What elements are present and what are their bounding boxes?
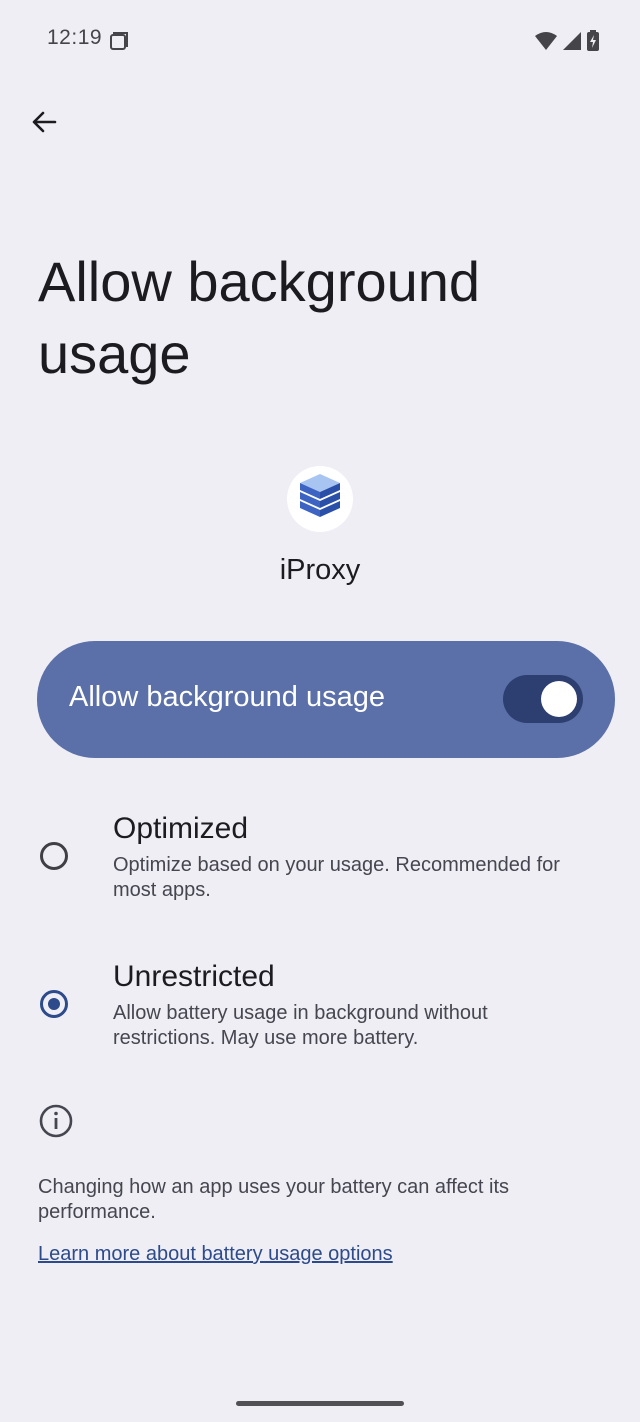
background-usage-switch[interactable]	[503, 675, 583, 723]
option-title: Unrestricted	[113, 960, 275, 993]
option-description: Allow battery usage in background withou…	[113, 1002, 488, 1049]
radio-optimized[interactable]	[40, 842, 68, 870]
battery-info-text: Changing how an app uses your battery ca…	[38, 1176, 510, 1223]
option-unrestricted[interactable]: Unrestricted Allow battery usage in back…	[0, 958, 640, 1078]
app-name: iProxy	[279, 554, 361, 586]
app-icon	[287, 466, 353, 532]
cellular-icon	[562, 31, 582, 56]
server-stack-icon	[297, 472, 343, 527]
radio-unrestricted[interactable]	[40, 990, 68, 1018]
allow-background-usage-toggle-row[interactable]: Allow background usage	[37, 641, 615, 758]
option-optimized[interactable]: Optimized Optimize based on your usage. …	[0, 810, 640, 930]
option-description: Optimize based on your usage. Recommende…	[113, 854, 560, 901]
status-time: 12:19	[47, 26, 103, 49]
info-icon	[38, 1103, 74, 1144]
gesture-nav-handle[interactable]	[236, 1401, 404, 1406]
wifi-icon	[534, 31, 558, 56]
screenshot-icon	[108, 30, 130, 57]
back-button[interactable]	[22, 102, 66, 146]
battery-charging-icon	[586, 30, 600, 57]
learn-more-link[interactable]: Learn more about battery usage options	[38, 1243, 393, 1266]
arrow-back-icon	[30, 108, 58, 141]
page-title: Allow background usage	[38, 250, 481, 385]
toggle-label: Allow background usage	[69, 681, 385, 713]
switch-thumb	[541, 681, 577, 717]
option-title: Optimized	[113, 812, 249, 845]
status-icons	[534, 30, 600, 57]
radio-selected-dot	[48, 998, 60, 1010]
